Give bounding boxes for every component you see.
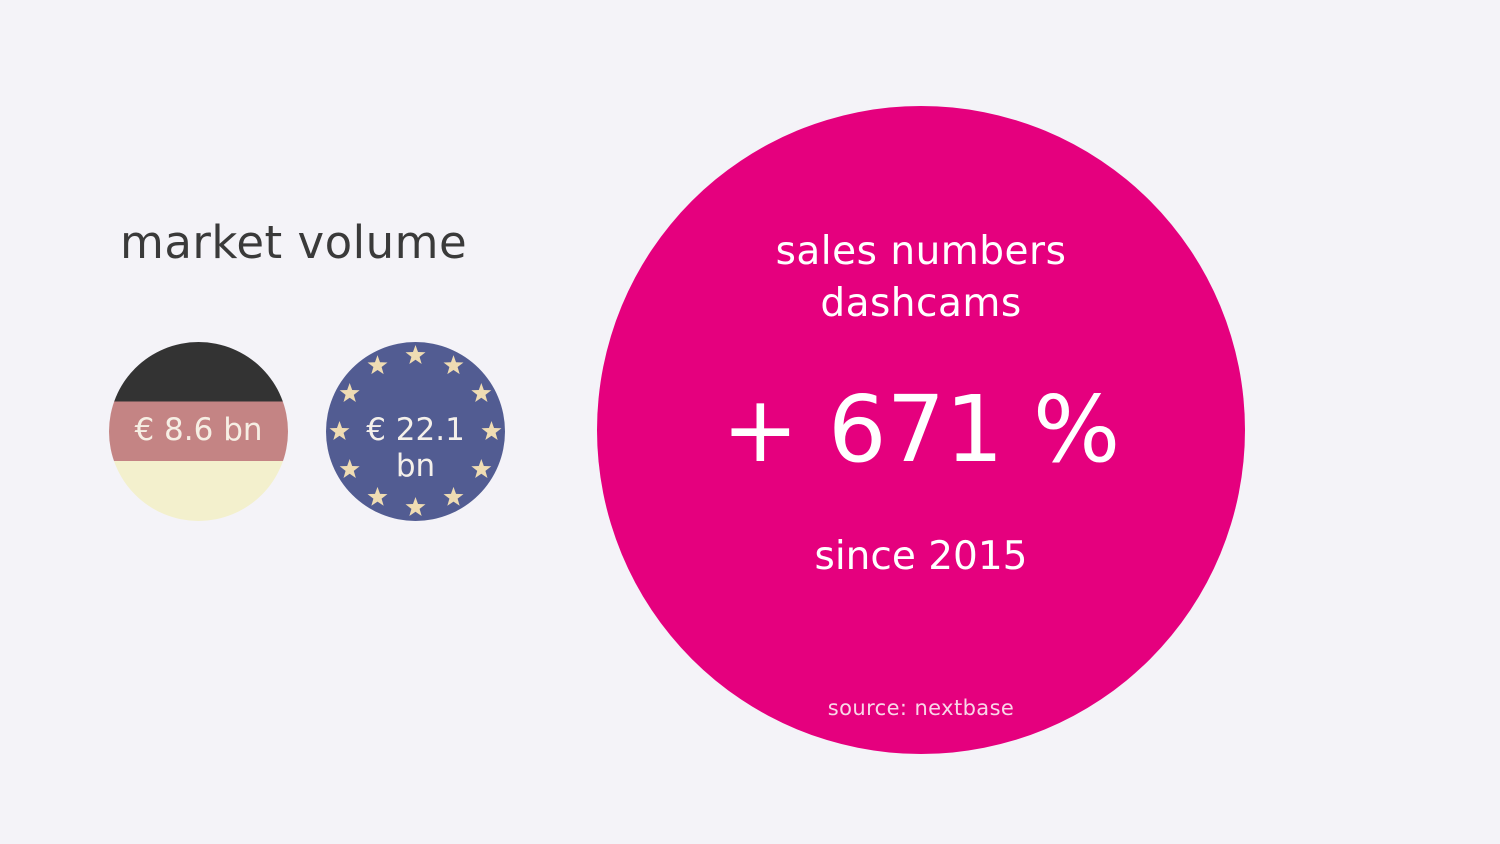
eu-star-icon (367, 355, 388, 375)
slide: market volume € 8.6 bn € 22.1 bn sales n… (0, 0, 1500, 844)
source-label: source: nextbase (827, 696, 1015, 720)
eu-market-value-line2: bn (395, 448, 436, 484)
eu-market-value-line1: € 22.1 (366, 412, 465, 448)
eu-star-icon (443, 355, 464, 375)
eu-star-icon (339, 383, 360, 402)
eu-market-value: € 22.1 bn (326, 412, 505, 484)
sales-growth-stat: + 671 % (721, 376, 1121, 483)
eu-star-icon (471, 383, 492, 402)
eu-market-badge: € 22.1 bn (326, 342, 505, 521)
sales-title-line1: sales numbers (775, 229, 1067, 274)
eu-star-icon (405, 345, 426, 364)
germany-market-value: € 8.6 bn (134, 412, 263, 448)
eu-star-icon (367, 486, 388, 506)
sales-title-line2: dashcams (820, 281, 1022, 326)
sales-highlight-circle: sales numbers dashcams + 671 % since 201… (597, 106, 1245, 754)
sales-title: sales numbers dashcams (597, 226, 1245, 330)
since-year-label: since 2015 (814, 534, 1028, 579)
eu-star-icon (443, 486, 464, 506)
eu-star-icon (405, 497, 426, 516)
market-volume-heading: market volume (120, 216, 468, 269)
germany-market-badge: € 8.6 bn (109, 342, 288, 521)
